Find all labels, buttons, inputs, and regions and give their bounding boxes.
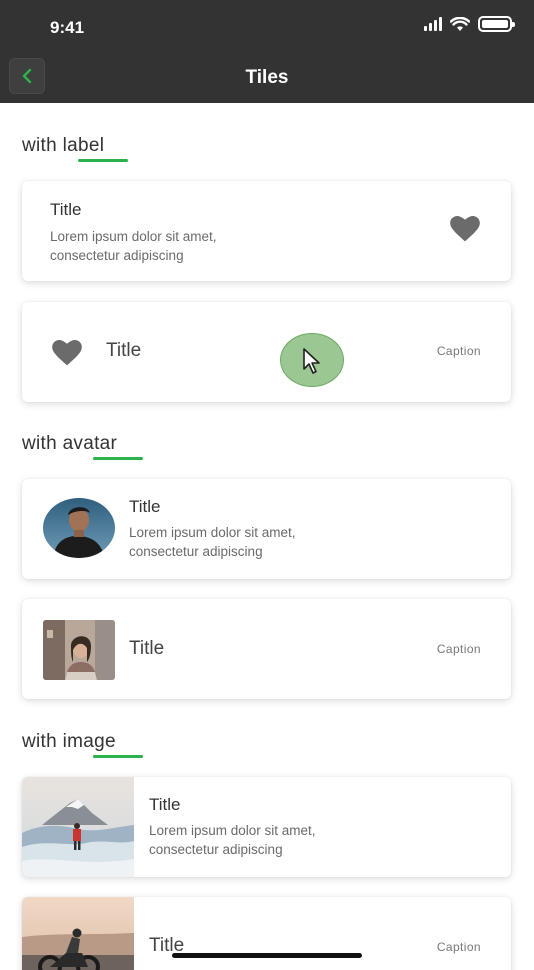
avatar-image [43, 620, 115, 680]
tile-subtitle: Lorem ipsum dolor sit amet, consectetur … [129, 525, 296, 559]
tile-image-caption[interactable]: Title Caption [22, 897, 511, 970]
tile-title: Title [149, 795, 181, 814]
section-underline [93, 755, 143, 758]
tile-title: Title [106, 340, 142, 361]
tile-caption: Caption [436, 940, 481, 954]
section-underline [78, 159, 128, 162]
tile-avatar-subtitle[interactable]: Title Lorem ipsum dolor sit amet, consec… [22, 479, 511, 579]
tile-image [22, 777, 134, 877]
section-heading-image: with image [22, 731, 116, 752]
page-title: Tiles [245, 67, 289, 88]
tile-label-subtitle[interactable]: Title Lorem ipsum dolor sit amet, consec… [22, 181, 511, 281]
tile-caption: Caption [436, 642, 481, 656]
cursor-icon [303, 348, 320, 374]
tile-subtitle: Lorem ipsum dolor sit amet, consectetur … [50, 229, 217, 263]
status-time: 9:41 [50, 18, 85, 37]
wifi-icon [450, 16, 470, 31]
signal-icon [424, 17, 442, 31]
tile-title: Title [129, 497, 161, 516]
heart-icon[interactable] [52, 340, 82, 366]
navigation-bar: Tiles [0, 55, 534, 103]
avatar [43, 498, 115, 558]
section-underline [93, 457, 143, 460]
status-bar: 9:41 [0, 0, 534, 55]
tile-caption: Caption [436, 344, 481, 358]
tile-image-subtitle[interactable]: Title Lorem ipsum dolor sit amet, consec… [22, 777, 511, 877]
heart-icon[interactable] [450, 216, 480, 242]
tile-title: Title [50, 200, 82, 219]
tile-avatar-caption[interactable]: Title Caption [22, 599, 511, 699]
tile-label-caption[interactable]: Title Caption [22, 302, 511, 402]
status-icons [424, 16, 515, 32]
tile-image [22, 897, 134, 970]
section-heading-label: with label [22, 135, 105, 156]
tile-subtitle: Lorem ipsum dolor sit amet, consectetur … [149, 823, 316, 857]
tile-title: Title [129, 638, 165, 659]
battery-icon [478, 16, 515, 32]
home-indicator [172, 953, 362, 958]
section-heading-avatar: with avatar [22, 433, 118, 454]
